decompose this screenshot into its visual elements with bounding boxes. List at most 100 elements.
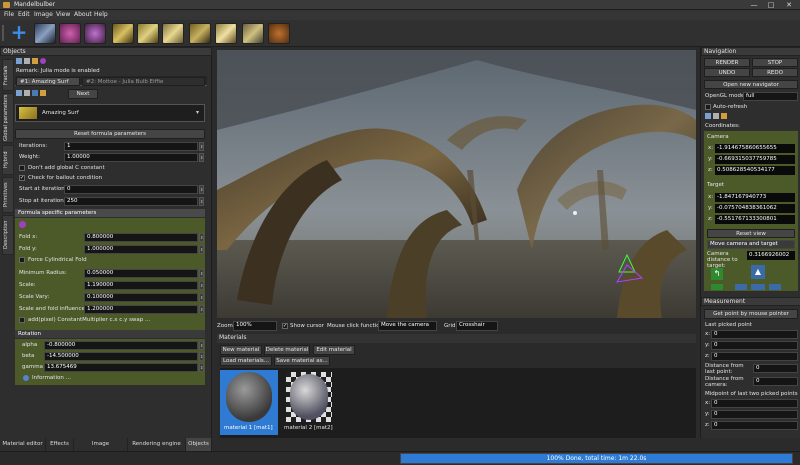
preset-thumb-3-icon[interactable]: [84, 23, 106, 44]
cam-z-field[interactable]: 0.508628540534177: [715, 166, 795, 175]
next-button[interactable]: Next: [68, 89, 98, 99]
tab-effects[interactable]: Effects: [46, 438, 74, 451]
reset-formula-button[interactable]: Reset formula parameters: [15, 129, 205, 139]
formula-tab-1[interactable]: #1: Amazing Surf: [16, 77, 80, 86]
redo-button[interactable]: REDO: [752, 68, 798, 77]
tgt-x-field[interactable]: -1.847167940773: [715, 193, 795, 202]
fold-x-field[interactable]: 0.800000: [84, 233, 198, 242]
opengl-select[interactable]: full: [743, 92, 798, 101]
weight-spin[interactable]: ⇕: [199, 153, 204, 162]
preset-thumb-6-icon[interactable]: [162, 23, 184, 44]
scale-vary-spin[interactable]: ⇕: [199, 293, 204, 302]
pick-x-field[interactable]: 0: [711, 330, 798, 339]
formula-combo[interactable]: Amazing Surf ▾: [15, 104, 205, 122]
palette-icon[interactable]: [40, 58, 46, 64]
add-const-mult-checkbox[interactable]: [19, 317, 25, 323]
save-icon[interactable]: [24, 58, 30, 64]
vtab-description[interactable]: Description: [2, 215, 14, 255]
beta-spin[interactable]: ⇕: [199, 352, 204, 361]
weight-field[interactable]: 1.00000: [64, 153, 198, 162]
mid-z-field[interactable]: 0: [711, 421, 798, 430]
open-navigator-button[interactable]: Open new navigator: [704, 80, 798, 89]
edit-material-button[interactable]: Edit material: [313, 345, 355, 355]
move-up-arrow-icon[interactable]: ▲: [751, 265, 765, 279]
fold-y-spin[interactable]: ⇕: [199, 245, 204, 254]
get-point-button[interactable]: Get point by mouse pointer: [704, 309, 798, 319]
move-down-arrow-icon[interactable]: [751, 284, 765, 290]
reset-view-button[interactable]: Reset view: [707, 229, 795, 238]
menu-image[interactable]: Image: [34, 11, 53, 18]
iterations-field[interactable]: 1: [64, 142, 198, 151]
pick-z-field[interactable]: 0: [711, 352, 798, 361]
menu-edit[interactable]: Edit: [18, 11, 30, 18]
load-materials-button[interactable]: Load materials...: [220, 356, 272, 366]
formula-open-icon[interactable]: [40, 90, 46, 96]
zoom-select[interactable]: 100%: [233, 321, 277, 331]
vtab-global-parameters[interactable]: Global parameters: [2, 93, 14, 143]
auto-refresh-checkbox[interactable]: [705, 104, 711, 110]
tgt-z-field[interactable]: -0.551767133300801: [715, 215, 795, 224]
grid-select[interactable]: Crosshair: [456, 321, 498, 331]
dist-camera-field[interactable]: 0: [753, 377, 798, 386]
scale-vary-field[interactable]: 0.100000: [84, 293, 198, 302]
mouse-click-select[interactable]: Move the camera: [378, 321, 437, 331]
rotate-down-arrow-icon[interactable]: [711, 284, 723, 290]
move-mode-select[interactable]: Move camera and target: [707, 240, 795, 249]
preset-thumb-10-icon[interactable]: [268, 23, 290, 44]
material-item-1[interactable]: material 1 [mat1]: [220, 370, 278, 435]
tab-rendering-engine[interactable]: Rendering engine: [128, 438, 186, 451]
pick-y-field[interactable]: 0: [711, 341, 798, 350]
tab-image-adjustments[interactable]: Image adjustments: [74, 438, 128, 460]
palette-small-icon[interactable]: [19, 221, 26, 228]
cam-y-field[interactable]: -0.669315037759785: [715, 155, 795, 164]
minimize-button[interactable]: —: [746, 0, 762, 10]
gamma-field[interactable]: 13.675469: [44, 363, 198, 372]
nav-open-icon[interactable]: [721, 113, 727, 119]
save-material-button[interactable]: Save material as...: [274, 356, 330, 366]
preset-thumb-7-icon[interactable]: [189, 23, 211, 44]
nav-paste-icon[interactable]: [713, 113, 719, 119]
formula-save-icon[interactable]: [24, 90, 30, 96]
alpha-spin[interactable]: ⇕: [199, 341, 204, 350]
beta-field[interactable]: -14.500000: [44, 352, 198, 361]
stop-iter-spin[interactable]: ⇕: [199, 197, 204, 206]
vtab-primitives[interactable]: Primitives: [2, 177, 14, 213]
show-cursor-checkbox[interactable]: ✓: [282, 323, 288, 329]
preset-thumb-8-icon[interactable]: [215, 23, 237, 44]
new-icon[interactable]: [16, 58, 22, 64]
mid-y-field[interactable]: 0: [711, 410, 798, 419]
fold-y-field[interactable]: 1.000000: [84, 245, 198, 254]
tgt-y-field[interactable]: -0.075704838361062: [715, 204, 795, 213]
formula-new-icon[interactable]: [16, 90, 22, 96]
menu-about[interactable]: About: [74, 11, 92, 18]
new-material-button[interactable]: New material: [220, 345, 262, 355]
rotate-left-arrow-icon[interactable]: ↰: [711, 268, 723, 280]
preset-thumb-9-icon[interactable]: [242, 23, 264, 44]
tab-objects[interactable]: Objects: [186, 438, 212, 451]
dont-add-c-checkbox[interactable]: [19, 165, 25, 171]
min-radius-field[interactable]: 0.050000: [84, 269, 198, 278]
preset-thumb-2-icon[interactable]: [59, 23, 81, 44]
preset-thumb-1-icon[interactable]: [34, 23, 56, 44]
start-iter-field[interactable]: 0: [64, 185, 198, 194]
menu-help[interactable]: Help: [94, 11, 108, 18]
vtab-fractals[interactable]: Fractals: [2, 59, 14, 91]
information-link[interactable]: Information ...: [32, 375, 71, 381]
render-viewport[interactable]: [217, 50, 696, 318]
undo-button[interactable]: UNDO: [704, 68, 750, 77]
preset-thumb-4-icon[interactable]: [112, 23, 134, 44]
open-icon[interactable]: [32, 58, 38, 64]
delete-material-button[interactable]: Delete material: [264, 345, 310, 355]
nav-copy-icon[interactable]: [705, 113, 711, 119]
alpha-field[interactable]: -0.800000: [44, 341, 198, 350]
move-left-arrow-icon[interactable]: [735, 284, 747, 290]
tab-material-editor[interactable]: Material editor: [0, 438, 46, 451]
scale-fold-spin[interactable]: ⇕: [199, 305, 204, 314]
scale-spin[interactable]: ⇕: [199, 281, 204, 290]
iterations-spin[interactable]: ⇕: [199, 142, 204, 151]
start-iter-spin[interactable]: ⇕: [199, 185, 204, 194]
close-button[interactable]: ✕: [781, 0, 797, 10]
gamma-spin[interactable]: ⇕: [199, 363, 204, 372]
maximize-button[interactable]: □: [763, 0, 779, 10]
cam-distance-field[interactable]: 0.3166926002: [747, 251, 795, 260]
